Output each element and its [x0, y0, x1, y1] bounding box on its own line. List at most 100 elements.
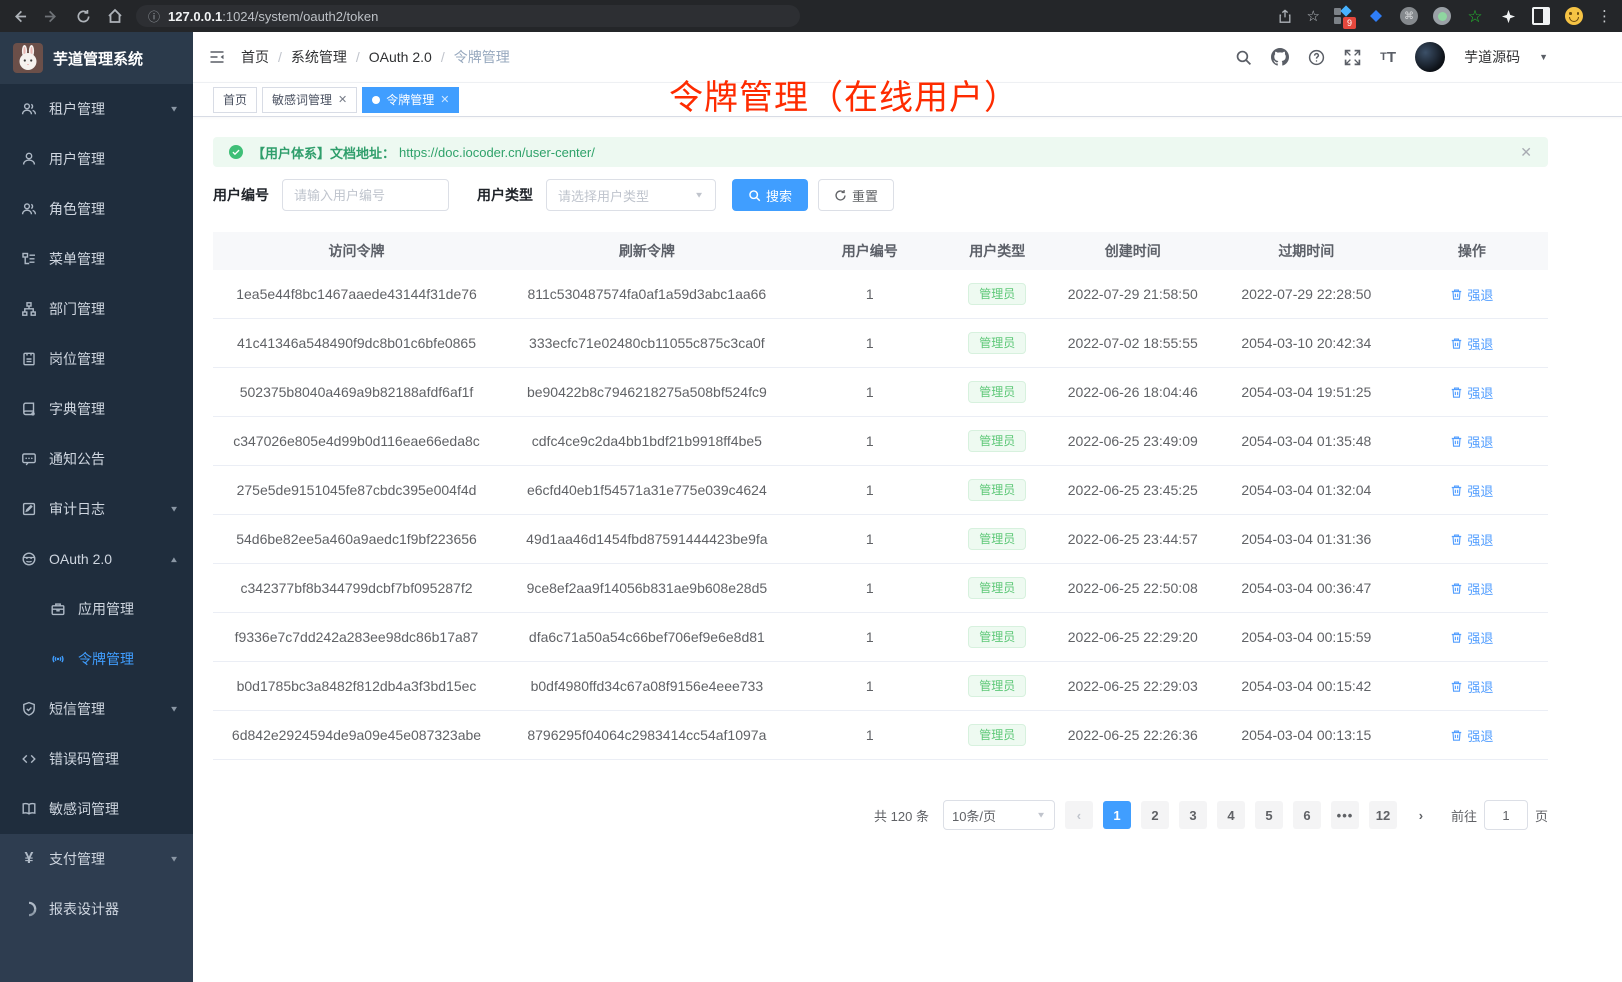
- help-icon[interactable]: [1308, 49, 1325, 66]
- refresh-token-cell: 8796295f04064c2983414cc54af1097a: [500, 711, 794, 760]
- extension-command-icon[interactable]: ⌘: [1399, 6, 1419, 26]
- extension-star-icon[interactable]: ☆: [1465, 6, 1485, 26]
- alert-doc-link[interactable]: https://doc.iocoder.cn/user-center/: [399, 145, 595, 160]
- sidebar-item-notice[interactable]: 通知公告: [0, 434, 193, 484]
- page-button-5[interactable]: 5: [1255, 801, 1283, 829]
- tab-敏感词管理[interactable]: 敏感词管理✕: [262, 87, 357, 113]
- home-icon[interactable]: [106, 7, 124, 25]
- extension-pin-icon[interactable]: [1498, 6, 1518, 26]
- github-icon[interactable]: [1271, 48, 1289, 66]
- sidebar-item-dept[interactable]: 部门管理: [0, 284, 193, 334]
- force-logout-button[interactable]: 强退: [1450, 285, 1493, 304]
- breadcrumb-separator: /: [278, 49, 282, 65]
- sidebar-item-menu[interactable]: 菜单管理: [0, 234, 193, 284]
- sidebar-item-audit[interactable]: 审计日志▼: [0, 484, 193, 534]
- sidebar-fold-icon[interactable]: [208, 49, 226, 65]
- table-row: c342377bf8b344799dcbf7bf095287f29ce8ef2a…: [213, 564, 1548, 613]
- extension-record-icon[interactable]: [1432, 6, 1452, 26]
- sidebar-item-report-designer[interactable]: 报表设计器: [0, 884, 193, 934]
- reset-button[interactable]: 重置: [818, 179, 894, 211]
- tab-令牌管理[interactable]: 令牌管理✕: [362, 87, 459, 113]
- sidebar-item-sms[interactable]: 短信管理▼: [0, 684, 193, 734]
- sidebar-menu-bottom: ¥支付管理▼报表设计器: [0, 834, 193, 982]
- fullscreen-icon[interactable]: [1344, 49, 1361, 66]
- force-logout-button[interactable]: 强退: [1450, 432, 1493, 451]
- prev-page-button[interactable]: ‹: [1065, 801, 1093, 829]
- next-page-button[interactable]: ›: [1407, 801, 1435, 829]
- font-size-icon[interactable]: TT: [1380, 49, 1396, 66]
- force-logout-button[interactable]: 强退: [1450, 530, 1493, 549]
- force-logout-button[interactable]: 强退: [1450, 677, 1493, 696]
- page-button-2[interactable]: 2: [1141, 801, 1169, 829]
- page-button-6[interactable]: 6: [1293, 801, 1321, 829]
- sidebar-item-role[interactable]: 角色管理: [0, 184, 193, 234]
- page-button-4[interactable]: 4: [1217, 801, 1245, 829]
- chevron-down-icon: ▼: [169, 855, 179, 864]
- page-button-1[interactable]: 1: [1103, 801, 1131, 829]
- page-size-select[interactable]: 10条/页 ▼: [943, 800, 1055, 830]
- force-logout-button[interactable]: 强退: [1450, 481, 1493, 500]
- access-token-cell: b0d1785bc3a8482f812db4a3f3bd15ec: [213, 662, 500, 711]
- breadcrumb-item[interactable]: 系统管理: [291, 47, 347, 67]
- search-button[interactable]: 搜索: [732, 179, 808, 211]
- sidebar-item-sensitive-word[interactable]: 敏感词管理: [0, 784, 193, 834]
- force-logout-button[interactable]: 强退: [1450, 579, 1493, 598]
- sidebar-item-dict[interactable]: 字典管理: [0, 384, 193, 434]
- sidebar-item-oauth2-token[interactable]: 令牌管理: [0, 634, 193, 684]
- tab-首页[interactable]: 首页: [213, 87, 257, 113]
- app-logo-row[interactable]: 芋道管理系统: [0, 32, 193, 84]
- sidebar-item-user[interactable]: 用户管理: [0, 134, 193, 184]
- user-id-input[interactable]: [282, 179, 449, 211]
- page-button-3[interactable]: 3: [1179, 801, 1207, 829]
- sidebar-item-tenant[interactable]: 租户管理▼: [0, 84, 193, 134]
- force-logout-button[interactable]: 强退: [1450, 383, 1493, 402]
- extension-gem-icon[interactable]: [1366, 6, 1386, 26]
- browser-toolbar-right: ☆ 9 ⌘ ☆ ⋮: [1276, 6, 1612, 26]
- extension-grid-icon[interactable]: 9: [1333, 6, 1353, 26]
- sidebar-item-label: 字典管理: [49, 399, 105, 419]
- create-time-cell: 2022-07-02 18:55:55: [1049, 319, 1217, 368]
- sidebar-item-pay[interactable]: ¥支付管理▼: [0, 834, 193, 884]
- goto-page-input[interactable]: [1484, 800, 1528, 830]
- browser-menu-icon[interactable]: ⋮: [1597, 7, 1612, 25]
- expire-time-cell: 2054-03-04 01:31:36: [1217, 515, 1396, 564]
- user-id-cell: 1: [794, 466, 946, 515]
- user-type-select[interactable]: 请选择用户类型 ▼: [546, 179, 716, 211]
- tab-close-icon[interactable]: ✕: [338, 93, 347, 106]
- alert-close-icon[interactable]: ✕: [1520, 144, 1532, 161]
- site-info-icon[interactable]: ⓘ: [148, 8, 160, 25]
- sidebar-item-errcode[interactable]: 错误码管理: [0, 734, 193, 784]
- dictionary-icon: [20, 401, 38, 417]
- search-icon[interactable]: [1235, 49, 1252, 66]
- user-id-cell: 1: [794, 711, 946, 760]
- expire-time-cell: 2054-03-04 00:15:42: [1217, 662, 1396, 711]
- breadcrumb-item[interactable]: OAuth 2.0: [369, 49, 432, 65]
- sidebar-item-oauth2-app[interactable]: 应用管理: [0, 584, 193, 634]
- back-icon[interactable]: [10, 7, 28, 25]
- user-name[interactable]: 芋道源码: [1464, 47, 1520, 67]
- extension-sidepanel-icon[interactable]: [1531, 6, 1551, 26]
- column-header: 过期时间: [1217, 232, 1396, 270]
- force-logout-button[interactable]: 强退: [1450, 628, 1493, 647]
- avatar[interactable]: [1415, 42, 1445, 72]
- sidebar-item-post[interactable]: 岗位管理: [0, 334, 193, 384]
- bookmark-star-icon[interactable]: ☆: [1307, 7, 1320, 25]
- address-bar[interactable]: ⓘ 127.0.0.1:1024/system/oauth2/token: [136, 5, 800, 27]
- share-icon[interactable]: [1276, 7, 1294, 25]
- refresh-token-cell: cdfc4ce9c2da4bb1bdf21b9918ff4be5: [500, 417, 794, 466]
- force-logout-button[interactable]: 强退: [1450, 726, 1493, 745]
- sidebar-item-oauth2[interactable]: OAuth 2.0▼: [0, 534, 193, 584]
- page-button-12[interactable]: 12: [1369, 801, 1397, 829]
- tab-close-icon[interactable]: ✕: [440, 93, 449, 106]
- force-logout-button[interactable]: 强退: [1450, 334, 1493, 353]
- expire-time-cell: 2054-03-04 00:13:15: [1217, 711, 1396, 760]
- user-type-label: 用户类型: [477, 185, 533, 205]
- sidebar-item-label: 岗位管理: [49, 349, 105, 369]
- forward-icon[interactable]: [42, 7, 60, 25]
- column-header: 用户编号: [794, 232, 946, 270]
- trash-icon: [1450, 729, 1463, 742]
- chevron-down-icon[interactable]: ▼: [1539, 52, 1548, 62]
- profile-emoji-icon[interactable]: [1564, 6, 1584, 26]
- breadcrumb-item[interactable]: 首页: [241, 47, 269, 67]
- reload-icon[interactable]: [74, 7, 92, 25]
